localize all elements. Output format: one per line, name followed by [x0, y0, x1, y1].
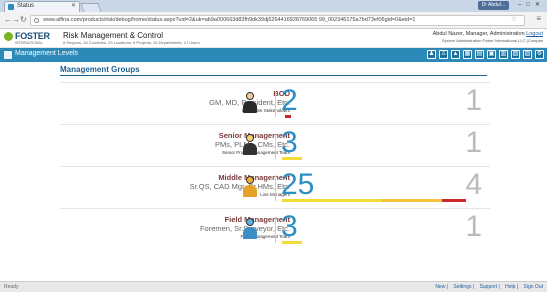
- row-separator: [275, 133, 276, 159]
- logout-link[interactable]: Logout: [526, 31, 543, 37]
- address-bar-row: ← → ↻ www.alfina.com/products/risk/debug…: [0, 12, 547, 29]
- back-icon[interactable]: ←: [4, 15, 12, 24]
- grid-icon[interactable]: ▦: [463, 50, 472, 59]
- row-separator: [275, 217, 276, 243]
- footer-link-new[interactable]: New: [435, 284, 445, 290]
- group-total: 1: [465, 210, 482, 243]
- group-count[interactable]: 2: [281, 84, 298, 118]
- management-levels-bar: Management Levels ♟ ♙ ▲ ▦ ▤ ▣ ▥ ▧ ▨ ⚙: [0, 48, 547, 62]
- user-line: Abdul Nazer, Manager, Administration: [432, 31, 525, 37]
- group-total: 1: [465, 126, 482, 159]
- window-controls[interactable]: –□✕: [518, 1, 545, 8]
- close-tab-icon[interactable]: ✕: [71, 2, 76, 11]
- footer-links: New | Settings | Support | Help | Sign O…: [435, 284, 543, 290]
- senior-manager-avatar-icon: [243, 134, 257, 156]
- bookmark-star-icon[interactable]: ☆: [511, 15, 517, 23]
- group-row-field-management[interactable]: Field Management Foremen, Sr.Surveyor, E…: [60, 208, 490, 250]
- app-subtitle: 8 Regions, 16 Countries, 23 Locations, 8…: [63, 40, 200, 45]
- field-manager-avatar-icon: [243, 218, 257, 240]
- app-title: Risk Management & Control: [63, 31, 164, 40]
- org-line: System Administration Foster Internation…: [441, 38, 543, 43]
- middle-manager-avatar-icon: [243, 176, 257, 198]
- group-row-middle-management[interactable]: Middle Management Sr.QS, CAD Mgr, Sr.HMs…: [60, 166, 490, 208]
- count-bar: [282, 157, 302, 160]
- management-levels-label: Management Levels: [15, 50, 79, 57]
- executive-avatar-icon: [243, 92, 257, 114]
- status-footer: Ready New | Settings | Support | Help | …: [0, 281, 547, 292]
- status-text: Ready: [4, 284, 19, 290]
- url-text: www.alfina.com/products/risk/debug/home/…: [43, 17, 416, 23]
- url-input[interactable]: www.alfina.com/products/risk/debug/home/…: [30, 15, 525, 26]
- logo-name: FOSTER: [15, 31, 50, 41]
- chart-icon[interactable]: ▨: [523, 50, 532, 59]
- count-bar: [282, 241, 302, 244]
- new-tab-button[interactable]: [80, 3, 102, 12]
- favicon-icon: [8, 4, 14, 10]
- app-header: FOSTER INTERNATIONAL Risk Management & C…: [0, 29, 547, 48]
- section-divider: [60, 75, 487, 76]
- count-bar: [382, 199, 442, 202]
- count-bar: [442, 199, 466, 202]
- logo-sub: INTERNATIONAL: [15, 41, 43, 45]
- document-icon[interactable]: ▣: [487, 50, 496, 59]
- count-bar: [282, 199, 382, 202]
- company-logo[interactable]: FOSTER INTERNATIONAL: [4, 31, 54, 46]
- tab-title: Status: [17, 3, 35, 9]
- reports-icon[interactable]: ▧: [511, 50, 520, 59]
- footer-link-help[interactable]: Help: [505, 284, 515, 290]
- row-separator: [275, 91, 276, 117]
- count-bar: [285, 115, 291, 118]
- footer-link-sign-out[interactable]: Sign Out: [524, 284, 543, 290]
- user-info: Abdul Nazer, Manager, Administration Log…: [433, 31, 543, 43]
- hierarchy-icon[interactable]: ▲: [451, 50, 460, 59]
- reload-icon[interactable]: ↻: [20, 15, 27, 24]
- browser-tab[interactable]: Status ✕: [4, 1, 80, 12]
- footer-link-support[interactable]: Support: [480, 284, 498, 290]
- row-separator: [275, 175, 276, 201]
- group-count[interactable]: 3: [281, 126, 298, 160]
- site-info-icon[interactable]: [34, 18, 39, 23]
- browser-profile-chip[interactable]: Dr Abdul...: [477, 1, 509, 10]
- main-content: Management Groups BOD GM, MD, President,…: [0, 62, 547, 244]
- group-row-senior-management[interactable]: Senior Management PMs, PLMs, CMs, Etc. S…: [60, 124, 490, 166]
- browser-menu-icon[interactable]: ≡: [536, 14, 541, 23]
- browser-tabbar: Status ✕ Dr Abdul... –□✕: [0, 0, 547, 12]
- section-title: Management Groups: [60, 65, 140, 74]
- group-row-bod[interactable]: BOD GM, MD, President, Etc. Enterprise S…: [60, 82, 490, 124]
- forward-icon[interactable]: →: [12, 15, 20, 24]
- footer-link-settings[interactable]: Settings: [453, 284, 471, 290]
- settings-gear-icon[interactable]: ⚙: [535, 50, 544, 59]
- group-count[interactable]: 25: [281, 168, 314, 202]
- logo-mark-icon: [4, 32, 13, 41]
- group-total: 1: [465, 84, 482, 117]
- group-count[interactable]: 3: [281, 210, 298, 244]
- group-total: 4: [465, 168, 482, 201]
- levels-icon: [4, 51, 12, 59]
- org-chart-icon[interactable]: ♟: [427, 50, 436, 59]
- users-icon[interactable]: ♙: [439, 50, 448, 59]
- folder-icon[interactable]: ▥: [499, 50, 508, 59]
- toolbar-icons: ♟ ♙ ▲ ▦ ▤ ▣ ▥ ▧ ▨ ⚙: [427, 50, 544, 59]
- list-icon[interactable]: ▤: [475, 50, 484, 59]
